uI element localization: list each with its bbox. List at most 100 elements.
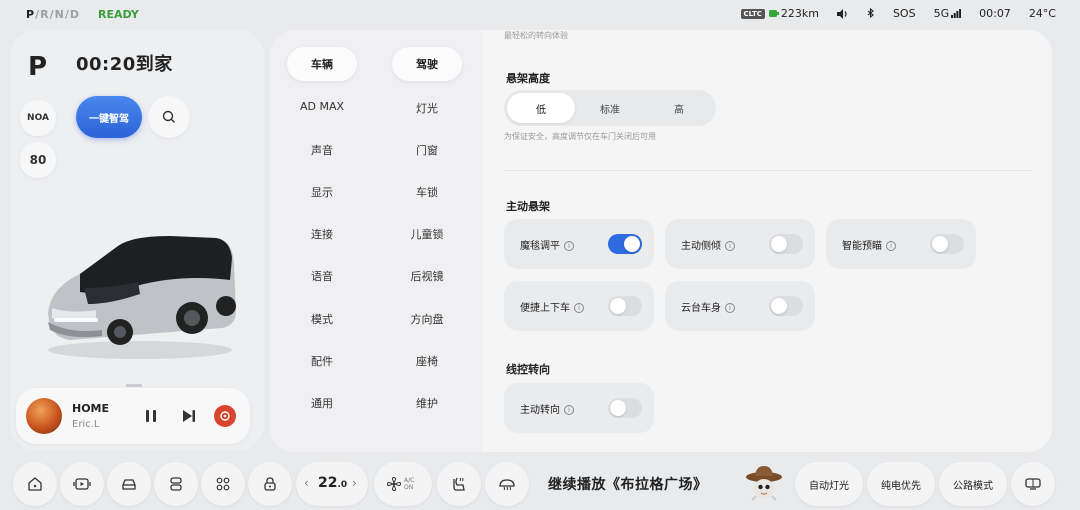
- nav-item-child-lock[interactable]: 儿童锁: [377, 226, 477, 242]
- drag-handle[interactable]: [126, 384, 142, 387]
- nav-item-general[interactable]: 通用: [272, 395, 372, 411]
- nav-item-doors-windows[interactable]: 门窗: [377, 142, 477, 158]
- lock-button[interactable]: [248, 462, 292, 506]
- info-icon[interactable]: i: [564, 241, 574, 251]
- now-playing-prompt[interactable]: 继续播放《布拉格广场》: [548, 474, 708, 494]
- toggle-gimbal-body[interactable]: [769, 296, 803, 316]
- album-art[interactable]: [26, 398, 62, 434]
- status-bar: P/R/N/D READY CLTC 223km SOS 5G 00:07 24…: [0, 0, 1080, 30]
- home-button[interactable]: [13, 462, 57, 506]
- media-icon: [73, 478, 91, 490]
- nav-item-mode[interactable]: 模式: [272, 311, 372, 327]
- ev-priority-button[interactable]: 纯电优先: [867, 462, 935, 506]
- apps-button[interactable]: [201, 462, 245, 506]
- nav-item-seats[interactable]: 座椅: [377, 353, 477, 369]
- settings-panel: 车辆 驾驶 AD MAX 声音 显示 连接 语音 模式 配件 通用 灯光 门窗 …: [270, 30, 1052, 452]
- cltc-badge: CLTC: [740, 8, 765, 19]
- nav-item-lights[interactable]: 灯光: [377, 100, 477, 116]
- nav-item-accessories[interactable]: 配件: [272, 353, 372, 369]
- nav-item-sound[interactable]: 声音: [272, 142, 372, 158]
- info-icon[interactable]: i: [564, 405, 574, 415]
- media-button[interactable]: [60, 462, 104, 506]
- seat-control-button[interactable]: [154, 462, 198, 506]
- ac-label: A/C ON: [404, 477, 415, 491]
- vehicle-image[interactable]: [40, 222, 240, 362]
- toggle-active-roll[interactable]: [769, 234, 803, 254]
- height-option-high[interactable]: 高: [645, 93, 713, 123]
- steering-hint-text: 最轻松的转向体验: [504, 31, 568, 40]
- setting-label: 主动侧倾: [681, 241, 721, 252]
- battery-leaf-icon: [768, 9, 779, 18]
- section-divider: [504, 170, 1032, 171]
- bottom-dock: ‹ 22.0 › A/C ON 继续播放《布拉格广场》 自动灯光 纯电优先 公路…: [0, 458, 1080, 510]
- song-title: HOME: [72, 402, 110, 415]
- tab-vehicle[interactable]: 车辆: [287, 47, 357, 81]
- nav-item-steering-wheel[interactable]: 方向盘: [377, 311, 477, 327]
- setting-card-easy-entry: 便捷上下车 i: [504, 281, 654, 331]
- nav-item-locks[interactable]: 车锁: [377, 184, 477, 200]
- current-gear: P: [28, 52, 48, 82]
- info-icon[interactable]: i: [574, 303, 584, 313]
- volume-icon[interactable]: [836, 8, 849, 19]
- temp-down-button[interactable]: ‹: [304, 476, 309, 490]
- section-title-steer-by-wire: 线控转向: [506, 363, 550, 376]
- setting-label: 智能预瞄: [842, 241, 882, 252]
- auto-lights-button[interactable]: 自动灯光: [795, 462, 863, 506]
- highway-mode-button[interactable]: 公路模式: [939, 462, 1007, 506]
- toggle-easy-entry[interactable]: [608, 296, 642, 316]
- section-title-active-suspension: 主动悬架: [506, 200, 550, 213]
- nav-item-admax[interactable]: AD MAX: [272, 100, 372, 113]
- info-icon[interactable]: i: [886, 241, 896, 251]
- setting-label: 便捷上下车: [520, 303, 570, 314]
- ac-button[interactable]: A/C ON: [374, 462, 432, 506]
- vehicle-button[interactable]: [107, 462, 151, 506]
- music-player[interactable]: HOME Eric.L: [16, 384, 250, 444]
- signal-icon: [951, 9, 962, 18]
- speed-limit-badge[interactable]: 80: [20, 142, 56, 178]
- fan-icon: [386, 476, 402, 492]
- range-value: 223km: [780, 7, 819, 20]
- music-app-icon[interactable]: [214, 405, 236, 427]
- temperature-control: ‹ 22.0 ›: [296, 462, 368, 506]
- nav-item-mirrors[interactable]: 后视镜: [377, 268, 477, 284]
- setting-label: 主动转向: [520, 405, 560, 416]
- toggle-magic-carpet[interactable]: [608, 234, 642, 254]
- toggle-smart-preview[interactable]: [930, 234, 964, 254]
- setting-card-active-steering: 主动转向 i: [504, 383, 654, 433]
- voice-assistant-mascot[interactable]: [742, 462, 786, 506]
- sos-button[interactable]: SOS: [893, 7, 916, 20]
- info-icon[interactable]: i: [725, 241, 735, 251]
- info-icon[interactable]: i: [725, 303, 735, 313]
- height-option-standard[interactable]: 标准: [576, 93, 644, 123]
- temp-value: 22.0: [318, 475, 348, 491]
- smart-drive-button[interactable]: 一键智驾: [76, 96, 142, 138]
- nav-item-voice[interactable]: 语音: [272, 268, 372, 284]
- tab-driving[interactable]: 驾驶: [392, 47, 462, 81]
- temp-up-button[interactable]: ›: [352, 476, 357, 490]
- vehicle-panel: P 00:20到家 NOA 80 一键智驾 HOME Eric.L: [10, 30, 264, 450]
- seat-heating-button[interactable]: [437, 462, 481, 506]
- height-option-low[interactable]: 低: [507, 93, 575, 123]
- defrost-button[interactable]: [485, 462, 529, 506]
- outside-temperature: 24°C: [1028, 7, 1056, 20]
- car-icon: [122, 479, 136, 490]
- settings-nav: 车辆 驾驶 AD MAX 声音 显示 连接 语音 模式 配件 通用 灯光 门窗 …: [270, 30, 482, 452]
- gear-indicator: P/R/N/D: [26, 8, 80, 21]
- apps-grid-icon: [216, 477, 230, 491]
- pause-icon: [146, 410, 156, 422]
- lock-icon: [264, 477, 276, 491]
- rear-defrost-icon: [499, 479, 515, 491]
- range-indicator: CLTC 223km: [740, 7, 819, 20]
- nav-item-maintenance[interactable]: 维护: [377, 395, 477, 411]
- noa-button[interactable]: NOA: [20, 100, 56, 136]
- ready-status: READY: [98, 8, 139, 21]
- setting-card-smart-preview: 智能预瞄 i: [826, 219, 976, 269]
- nav-item-connection[interactable]: 连接: [272, 226, 372, 242]
- pause-button[interactable]: [142, 407, 160, 425]
- dual-screen-button[interactable]: [1011, 462, 1055, 506]
- next-track-button[interactable]: [180, 407, 198, 425]
- bluetooth-icon[interactable]: [867, 8, 875, 19]
- search-button[interactable]: [148, 96, 190, 138]
- toggle-active-steering[interactable]: [608, 398, 642, 418]
- nav-item-display[interactable]: 显示: [272, 184, 372, 200]
